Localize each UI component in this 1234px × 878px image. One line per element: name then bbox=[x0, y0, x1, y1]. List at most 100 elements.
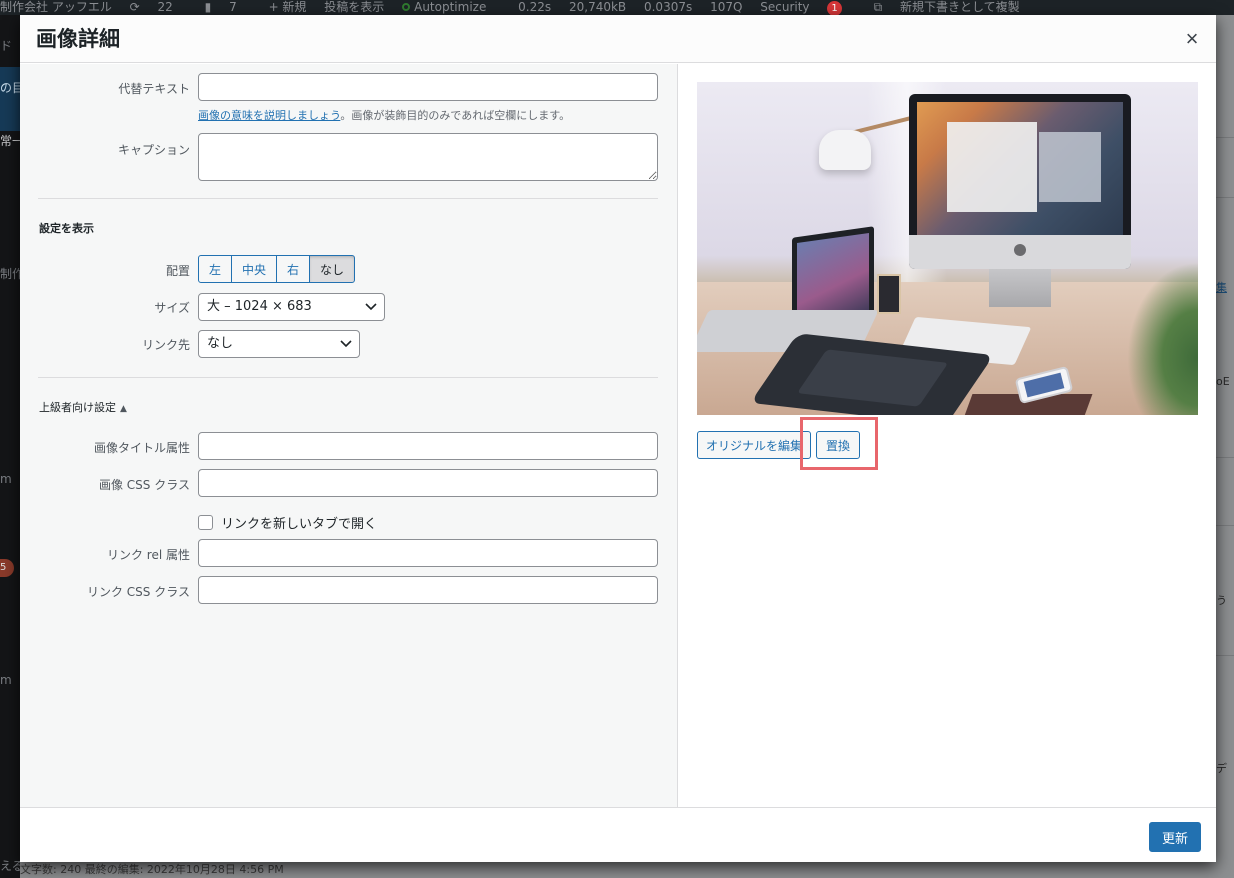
updates-count: 22 bbox=[157, 0, 173, 14]
alt-text-label: 代替テキスト bbox=[118, 82, 190, 96]
updates-icon: ⟳ bbox=[129, 0, 140, 14]
admin-bar-site-name[interactable]: 制作会社 アッフエル bbox=[0, 0, 112, 15]
plant bbox=[1127, 262, 1198, 415]
sidebar-fragment: の目 bbox=[0, 81, 20, 95]
align-left-button[interactable]: 左 bbox=[198, 255, 233, 283]
align-center-button[interactable]: 中央 bbox=[231, 255, 278, 283]
sidebar-fragment: 制作事 bbox=[0, 267, 20, 281]
imac-window bbox=[947, 122, 1037, 212]
caption-label: キャプション bbox=[117, 143, 190, 157]
new-tab-label: リンクを新しいタブで開く bbox=[221, 517, 378, 532]
settings-pane: 代替テキスト 画像の意味を説明しましょう。画像が装飾目的のみであれば空欄にします… bbox=[20, 64, 678, 807]
chevron-down-icon bbox=[365, 303, 377, 311]
close-icon: × bbox=[1185, 26, 1199, 51]
photo-frame bbox=[877, 274, 901, 314]
comments-count: 7 bbox=[229, 0, 237, 14]
laptop-display bbox=[797, 232, 869, 322]
replace-button[interactable]: 置換 bbox=[816, 431, 861, 459]
size-select-value: 大 – 1024 × 683 bbox=[207, 299, 312, 314]
copy-icon: ⧉ bbox=[873, 0, 883, 14]
copy-draft-label: 新規下書きとして複製 bbox=[899, 0, 1020, 14]
imac-display bbox=[917, 102, 1123, 235]
admin-bar-copy-draft[interactable]: ⧉ 新規下書きとして複製 bbox=[874, 0, 1034, 15]
bg-divider bbox=[1216, 525, 1234, 526]
preview-pane: オリジナルを編集 置換 bbox=[679, 64, 1216, 807]
admin-bar: 制作会社 アッフエル ⟳ 22 ▮ 7 + 新規 投稿を表示 Autoptimi… bbox=[0, 0, 1234, 15]
admin-content-background: 集 oE う デ bbox=[1216, 15, 1234, 878]
align-button-group: 左 中央 右 なし bbox=[198, 255, 356, 283]
image-css-class-input[interactable] bbox=[198, 469, 658, 497]
alt-text-help-link[interactable]: 画像の意味を説明しましょう bbox=[198, 109, 340, 122]
admin-bar-query-time[interactable]: 0.0307s bbox=[644, 0, 692, 15]
bg-fragment: う bbox=[1216, 594, 1227, 607]
image-details-modal: 画像詳細 × 代替テキスト 画像の意味を説明しましょう。画像が装飾目的のみであれ… bbox=[20, 15, 1216, 862]
link-to-label: リンク先 bbox=[141, 338, 190, 352]
security-badge: 1 bbox=[827, 1, 842, 15]
section-divider bbox=[38, 377, 658, 378]
apple-logo-icon bbox=[1014, 244, 1026, 256]
admin-bar-autoptimize[interactable]: Autoptimize bbox=[402, 0, 500, 15]
align-none-button[interactable]: なし bbox=[309, 255, 356, 283]
updates-indicator[interactable]: ⟳ 22 bbox=[130, 0, 187, 15]
bg-divider bbox=[1216, 197, 1234, 198]
bg-fragment: oE bbox=[1216, 375, 1230, 388]
sidebar-fragment: ド bbox=[0, 39, 13, 53]
advanced-settings-heading: 上級者向け設定 bbox=[39, 401, 116, 414]
admin-bar-timing[interactable]: 0.22s bbox=[518, 0, 551, 15]
image-css-class-label: 画像 CSS クラス bbox=[98, 478, 190, 492]
image-preview bbox=[697, 82, 1198, 415]
chevron-down-icon bbox=[340, 340, 352, 348]
bg-fragment: デ bbox=[1216, 762, 1227, 775]
comment-icon: ▮ bbox=[204, 0, 212, 14]
sidebar-fragment: m bbox=[0, 472, 12, 486]
admin-bar-security[interactable]: Security 1 bbox=[760, 0, 855, 15]
new-tab-option[interactable]: リンクを新しいタブで開く bbox=[198, 513, 377, 532]
align-label: 配置 bbox=[165, 264, 190, 278]
section-divider bbox=[38, 198, 658, 199]
link-to-select-value: なし bbox=[207, 336, 234, 351]
link-css-class-input[interactable] bbox=[198, 576, 658, 604]
imac bbox=[909, 94, 1131, 269]
security-label: Security bbox=[760, 0, 810, 14]
image-title-attr-label: 画像タイトル属性 bbox=[93, 441, 190, 455]
bg-divider bbox=[1216, 457, 1234, 458]
smartphone-screen bbox=[1023, 372, 1065, 398]
close-button[interactable]: × bbox=[1168, 15, 1216, 63]
new-tab-checkbox[interactable] bbox=[198, 515, 213, 530]
bg-divider bbox=[1216, 137, 1234, 138]
admin-bar-new[interactable]: + 新規 bbox=[269, 0, 307, 15]
imac-window bbox=[1039, 132, 1101, 202]
admin-sidebar-background: ド の目 常一 制作事 m 5 m える bbox=[0, 15, 20, 878]
comments-indicator[interactable]: ▮ 7 bbox=[205, 0, 251, 15]
modal-header: 画像詳細 × bbox=[20, 15, 1216, 63]
caption-textarea[interactable] bbox=[198, 133, 658, 181]
autoptimize-label: Autoptimize bbox=[414, 0, 487, 14]
admin-bar-memory[interactable]: 20,740kB bbox=[569, 0, 626, 15]
align-right-button[interactable]: 右 bbox=[276, 255, 311, 283]
display-settings-heading: 設定を表示 bbox=[39, 222, 94, 235]
image-title-attr-input[interactable] bbox=[198, 432, 658, 460]
admin-bar-queries[interactable]: 107Q bbox=[710, 0, 742, 15]
alt-text-help-text: 。画像が装飾目的のみであれば空欄にします。 bbox=[340, 109, 571, 122]
link-rel-label: リンク rel 属性 bbox=[106, 548, 190, 562]
link-rel-input[interactable] bbox=[198, 539, 658, 567]
editor-status-background: 文字数: 240 最終の編集: 2022年10月28日 4:56 PM bbox=[20, 862, 1216, 878]
sidebar-fragment: m bbox=[0, 673, 12, 687]
link-to-select[interactable]: なし bbox=[198, 330, 360, 358]
bg-divider bbox=[1216, 655, 1234, 656]
sidebar-active-highlight bbox=[0, 67, 20, 131]
tablet-pad bbox=[797, 349, 949, 407]
sidebar-fragment: える bbox=[0, 859, 20, 873]
advanced-settings-toggle[interactable]: 上級者向け設定 ▲ bbox=[39, 399, 127, 415]
alt-text-input[interactable] bbox=[198, 73, 658, 101]
admin-bar-view-post[interactable]: 投稿を表示 bbox=[324, 0, 384, 15]
modal-footer: 更新 bbox=[20, 807, 1216, 862]
edit-original-button[interactable]: オリジナルを編集 bbox=[697, 431, 812, 459]
update-button[interactable]: 更新 bbox=[1148, 822, 1201, 852]
triangle-up-icon: ▲ bbox=[120, 404, 127, 414]
status-dot-icon bbox=[402, 3, 411, 11]
alt-text-help: 画像の意味を説明しましょう。画像が装飾目的のみであれば空欄にします。 bbox=[198, 107, 570, 123]
sidebar-fragment: 常一 bbox=[0, 134, 20, 148]
size-select[interactable]: 大 – 1024 × 683 bbox=[198, 293, 385, 321]
size-label: サイズ bbox=[154, 301, 190, 315]
